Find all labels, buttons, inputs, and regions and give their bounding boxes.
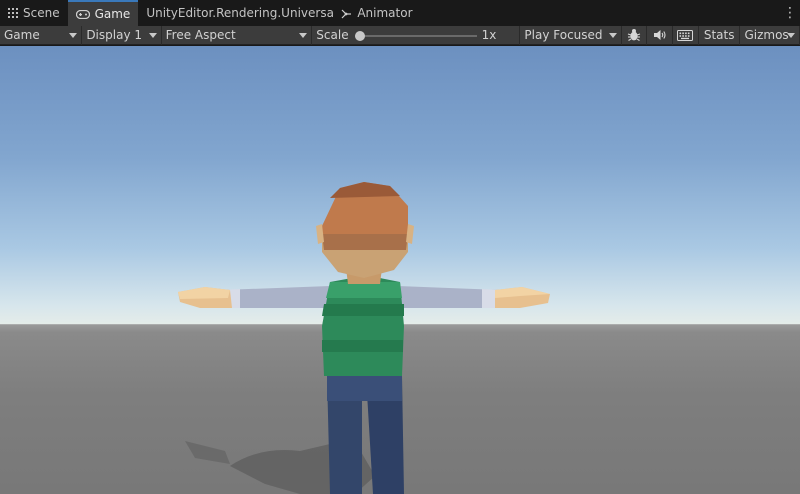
character-head [316,182,414,278]
tab-rendering-universal[interactable]: UnityEditor.Rendering.Universal.Re [138,0,333,26]
chevron-down-icon [786,32,795,38]
play-mode-dropdown[interactable]: Play Focused [520,25,622,45]
display-dropdown[interactable]: Display 1 [82,25,162,45]
aspect-dropdown[interactable]: Free Aspect [162,25,313,45]
scale-slider[interactable] [354,26,477,45]
game-view-dropdown[interactable]: Game [0,25,83,45]
tab-rendering-universal-label: UnityEditor.Rendering.Universal.Re [146,6,334,20]
tab-scene[interactable]: Scene [0,0,68,26]
gamepad-icon [75,9,90,19]
display-dropdown-label: Display 1 [86,28,142,42]
scale-slider-track [354,34,477,37]
keyboard-icon[interactable] [673,25,699,45]
game-viewport[interactable] [0,46,800,494]
stats-button[interactable]: Stats [699,25,741,45]
scale-slider-thumb[interactable] [354,30,365,41]
gizmos-label: Gizmos [744,28,789,42]
audio-icon[interactable] [647,25,674,45]
scale-label: Scale [316,28,349,42]
game-render [178,182,550,494]
character-torso [322,278,404,376]
animator-icon [341,8,352,19]
scale-value: 1x [481,28,497,42]
stats-label: Stats [703,28,735,42]
window-tab-bar: Scene Game UnityEditor.Rendering.Univers… [0,0,800,26]
play-mode-dropdown-label: Play Focused [524,28,603,42]
grid-icon [8,8,18,18]
chevron-down-icon [608,32,617,38]
kebab-menu-icon[interactable]: ⋮ [780,0,800,26]
tab-game[interactable]: Game [67,0,139,26]
tab-game-label: Game [94,7,131,21]
chevron-down-icon [299,32,308,38]
bug-icon[interactable] [622,25,648,45]
gizmos-dropdown[interactable]: Gizmos [740,25,800,45]
scale-control: Scale 1x [312,25,521,45]
chevron-down-icon [69,32,78,38]
tab-animator-label: Animator [357,6,413,20]
chevron-down-icon [148,32,157,38]
tab-scene-label: Scene [23,6,60,20]
aspect-dropdown-label: Free Aspect [165,28,236,42]
tab-animator[interactable]: Animator [333,0,420,26]
game-view-dropdown-label: Game [4,28,40,42]
game-view-toolbar: Game Display 1 Free Aspect Scale 1x Play… [0,25,800,45]
